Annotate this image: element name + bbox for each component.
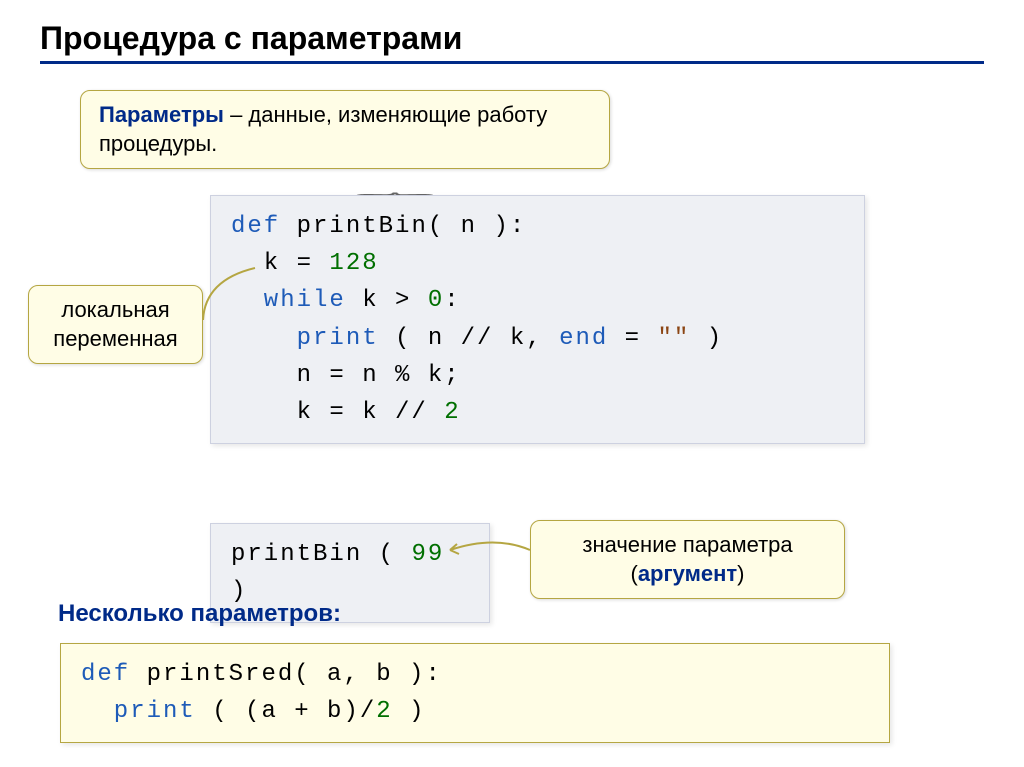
callout-arg-line2: (аргумент) <box>549 560 826 589</box>
term-argument: аргумент <box>638 561 737 586</box>
code-line-4: print ( n // k, end = "" ) <box>231 320 844 357</box>
code-sred-line-2: print ( (a + b)/2 ) <box>81 693 869 730</box>
code-text: ( (a + b)/ <box>196 698 376 725</box>
code-line-2: k = 128 <box>231 245 844 282</box>
code-sred: def printSred( a, b ): print ( (a + b)/2… <box>60 643 890 743</box>
kw-print: print <box>231 325 379 352</box>
kw-def: def <box>81 661 130 688</box>
callout-parameters: Параметры – данные, изменяющие работу пр… <box>80 90 610 169</box>
code-text: printBin( n ): <box>280 213 526 240</box>
code-sred-line-1: def printSred( a, b ): <box>81 656 869 693</box>
code-line-5: n = n % k; <box>231 357 844 394</box>
term-parameters: Параметры <box>99 102 224 127</box>
subtitle-multiple-params: Несколько параметров: <box>58 600 341 628</box>
kw-def: def <box>231 213 280 240</box>
num-literal: 0 <box>428 287 444 314</box>
code-text: ) <box>690 325 723 352</box>
callout-arg-line1: значение параметра <box>549 531 826 560</box>
str-literal: "" <box>658 325 691 352</box>
code-text: = <box>608 325 657 352</box>
paren: ( <box>630 561 637 586</box>
code-text: printBin ( <box>231 541 411 568</box>
num-literal: 128 <box>329 250 378 277</box>
callout-argument: значение параметра (аргумент) <box>530 520 845 599</box>
num-literal: 99 <box>411 541 444 568</box>
paren: ) <box>737 561 744 586</box>
page-title: Процедура с параметрами <box>40 20 984 57</box>
num-literal: 2 <box>444 399 460 426</box>
code-main: def printBin( n ): k = 128 while k > 0: … <box>210 195 865 444</box>
kw-print: print <box>81 698 196 725</box>
code-text: : <box>444 287 460 314</box>
code-text: ( n // k, <box>379 325 559 352</box>
code-text: k = k // <box>231 399 444 426</box>
code-text: k = <box>231 250 329 277</box>
kw-while: while <box>231 287 346 314</box>
callout-local-variable: локальная переменная <box>28 285 203 364</box>
kw-end: end <box>559 325 608 352</box>
code-text: k > <box>346 287 428 314</box>
num-literal: 2 <box>376 698 392 725</box>
code-line-3: while k > 0: <box>231 282 844 319</box>
code-line-1: def printBin( n ): <box>231 208 844 245</box>
code-text: printSred( a, b ): <box>130 661 442 688</box>
title-underline <box>40 61 984 64</box>
code-line-6: k = k // 2 <box>231 394 844 431</box>
code-text: ) <box>393 698 426 725</box>
